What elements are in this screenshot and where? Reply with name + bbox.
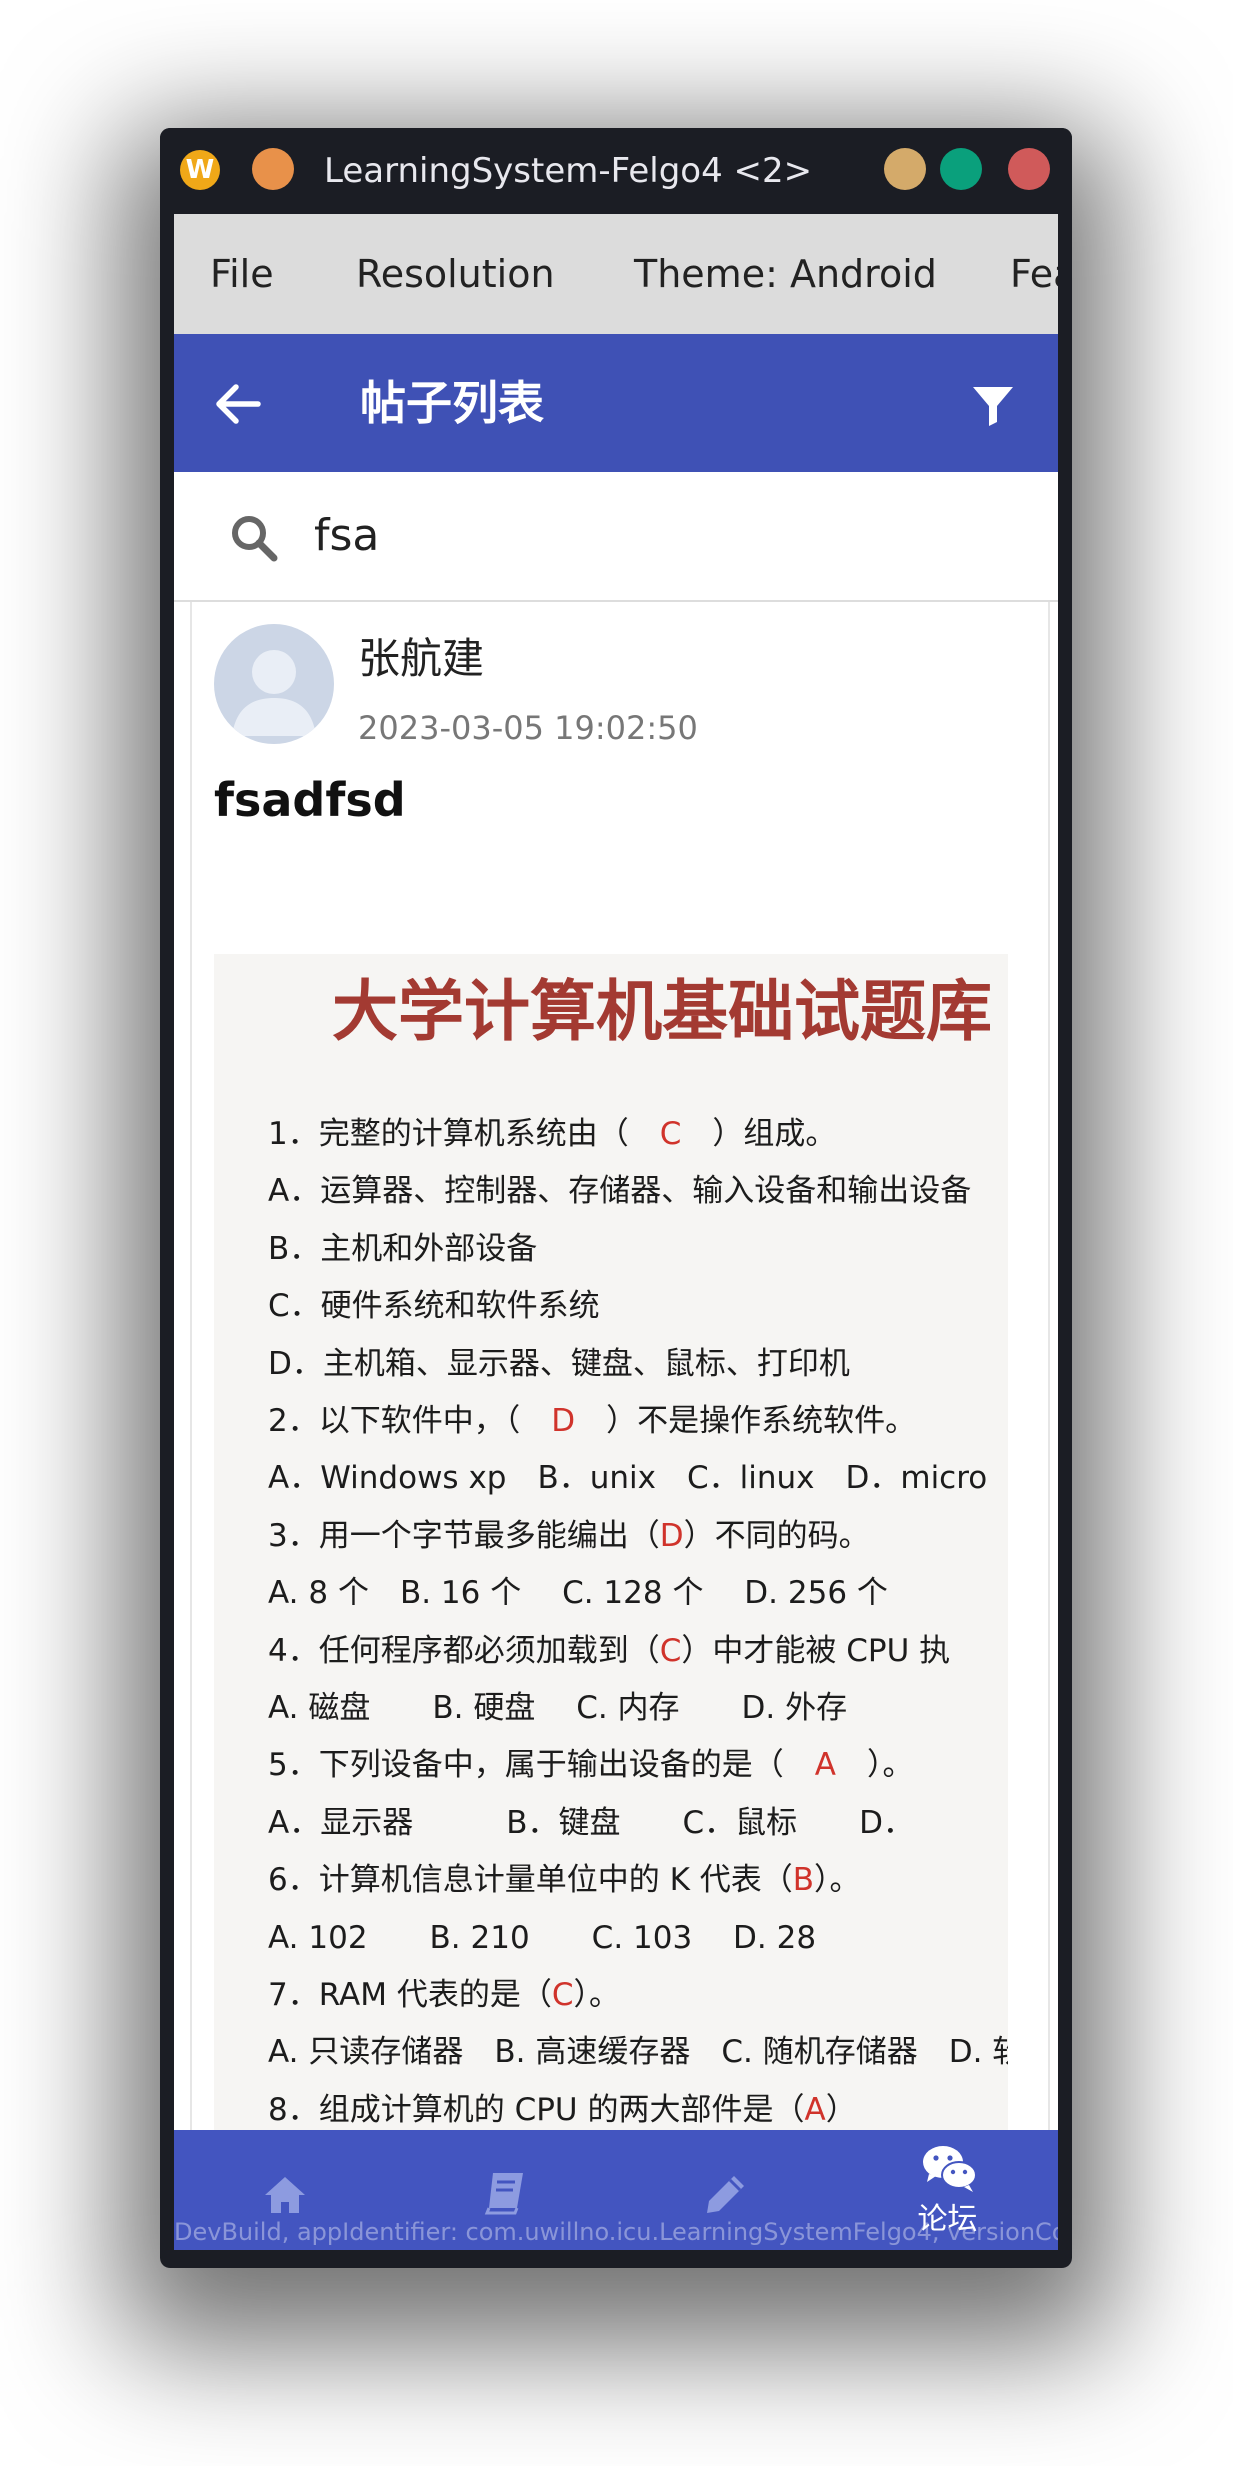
image-text-line: 2．以下软件中，（ D ）不是操作系统软件。 xyxy=(268,1403,917,1439)
post-title[interactable]: fsadfsd xyxy=(214,770,406,830)
image-text-line: A. 磁盘 B. 硬盘 C. 内存 D. 外存 xyxy=(268,1690,848,1726)
search-bar xyxy=(174,472,1058,602)
image-text-line: 6．计算机信息计量单位中的 K 代表（B）。 xyxy=(268,1862,861,1899)
post-author[interactable]: 张航建 xyxy=(358,632,484,686)
image-text-line: 5．下列设备中，属于输出设备的是（ A ）。 xyxy=(268,1747,914,1784)
close-dot-icon[interactable] xyxy=(1008,148,1050,190)
image-text-line: 7．RAM 代表的是（C）。 xyxy=(268,1977,620,2013)
app-logo-icon: W xyxy=(180,150,220,190)
filter-button[interactable] xyxy=(970,382,1016,428)
user-silhouette-icon xyxy=(232,650,316,736)
simulator-menubar: File Resolution Theme: Android Fea xyxy=(174,214,1058,334)
image-text-line: C．硬件系统和软件系统 xyxy=(268,1288,600,1325)
page-title: 帖子列表 xyxy=(360,376,544,430)
bottom-tabbar: 论坛 DevBuild, appIdentifier: com.uwillno.… xyxy=(174,2130,1058,2250)
window-titlebar[interactable]: W LearningSystem-Felgo4 <2> xyxy=(160,128,1072,214)
home-icon xyxy=(265,2177,305,2213)
image-text-line: B．主机和外部设备 xyxy=(268,1230,538,1267)
image-text-line: 4．任何程序都必须加载到（C）中才能被 CPU 执 xyxy=(268,1632,951,1669)
build-info: DevBuild, appIdentifier: com.uwillno.icu… xyxy=(174,2218,1058,2246)
image-text-line: A．Windows xp B．unix C．linux D．micro xyxy=(268,1460,988,1497)
arrow-left-icon xyxy=(216,384,261,424)
post-timestamp: 2023-03-05 19:02:50 xyxy=(358,709,698,747)
menu-features[interactable]: Fea xyxy=(1010,246,1058,302)
search-input[interactable] xyxy=(314,502,1014,568)
image-text-line: A. 只读存储器 B. 高速缓存器 C. 随机存储器 D. 软 xyxy=(268,2034,1008,2071)
image-text-line: 3．用一个字节最多能编出（D）不同的码。 xyxy=(268,1517,870,1554)
maximize-dot-icon[interactable] xyxy=(940,148,982,190)
post-image[interactable]: 大学计算机基础试题库 1．完整的计算机系统由（ C ）组成。 A．运算器、控制器、… xyxy=(214,954,1008,2204)
image-text-line: 8．组成计算机的 CPU 的两大部件是（A） xyxy=(268,2091,857,2128)
shade-dot-icon[interactable] xyxy=(884,148,926,190)
image-text-line: A．运算器、控制器、存储器、输入设备和输出设备 xyxy=(268,1173,972,1210)
app-navbar: 帖子列表 xyxy=(174,334,1058,472)
image-text-line: 1．完整的计算机系统由（ C ）组成。 xyxy=(268,1116,837,1152)
image-text-line: A. 102 B. 210 C. 103 D. 28 xyxy=(268,1919,817,1956)
back-button[interactable] xyxy=(210,376,266,432)
avatar[interactable] xyxy=(214,624,334,744)
menu-file[interactable]: File xyxy=(210,246,274,302)
app-screen: File Resolution Theme: Android Fea 帖子列表 xyxy=(174,214,1058,2250)
menu-resolution[interactable]: Resolution xyxy=(356,246,555,302)
book-icon xyxy=(484,2173,523,2215)
image-text-line: D．主机箱、显示器、键盘、鼠标、打印机 xyxy=(268,1345,850,1382)
filter-icon xyxy=(973,387,1013,426)
wechat-icon xyxy=(923,2146,977,2192)
minimize-dot-icon[interactable] xyxy=(252,148,294,190)
window-title: LearningSystem-Felgo4 <2> xyxy=(324,151,813,191)
image-text-line: A. 8 个 B. 16 个 C. 128 个 D. 256 个 xyxy=(268,1575,888,1612)
search-icon xyxy=(232,516,278,562)
image-text-line: A．显示器 B．键盘 C．鼠标 D． xyxy=(268,1804,914,1841)
app-window: W LearningSystem-Felgo4 <2> File Resolut… xyxy=(160,128,1072,2268)
menu-theme[interactable]: Theme: Android xyxy=(634,246,937,302)
image-heading: 大学计算机基础试题库 xyxy=(332,972,992,1050)
pencil-icon xyxy=(707,2176,744,2213)
post-card[interactable]: 张航建 2023-03-05 19:02:50 fsadfsd 大学计算机基础试… xyxy=(190,602,1050,2204)
